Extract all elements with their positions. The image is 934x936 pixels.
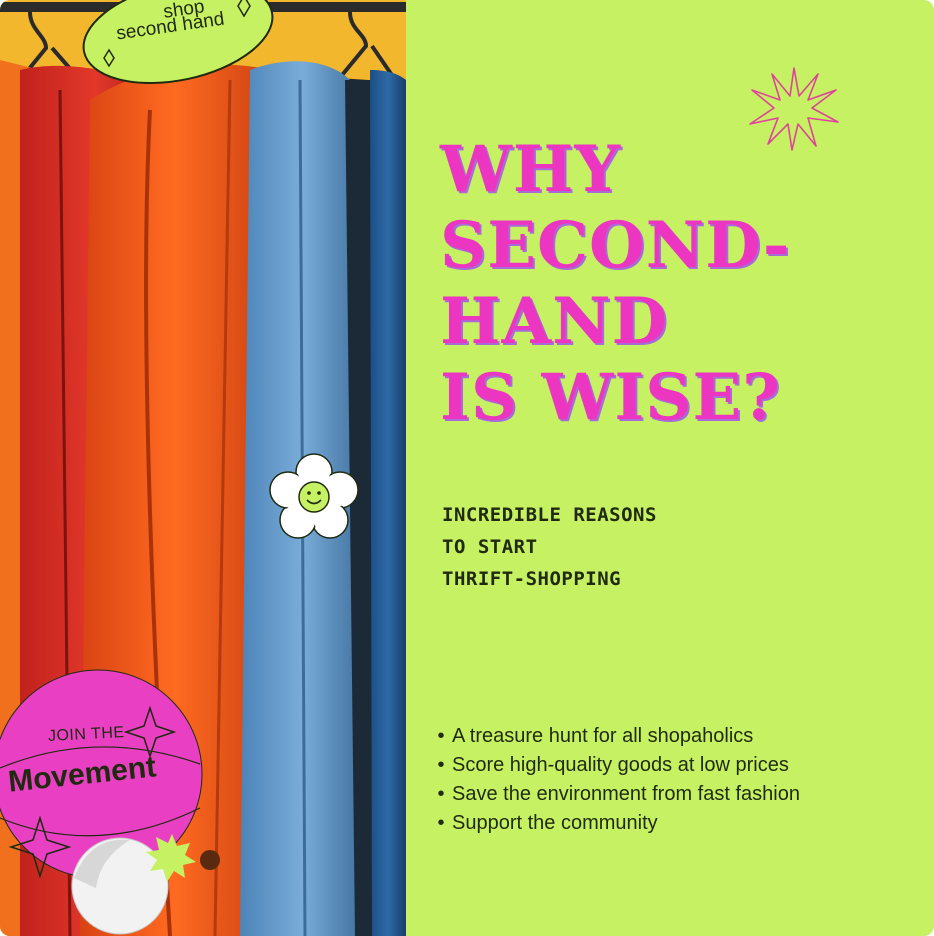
title-line-2: Second- (440, 208, 791, 283)
subtitle-line-2: to start (442, 536, 538, 558)
list-item: A treasure hunt for all shopaholics (430, 722, 800, 751)
post-card: shop second hand JOIN THE Movement WHY S… (0, 0, 934, 936)
join-movement-sticker: JOIN THE Movement (0, 668, 206, 936)
subtitle: Incredible reasons to start thrift-shopp… (442, 499, 742, 595)
title-line-4: is Wise? (440, 360, 781, 435)
reasons-list: A treasure hunt for all shopaholics Scor… (430, 722, 800, 838)
list-item: Support the community (430, 809, 800, 838)
list-item: Save the environment from fast fashion (430, 780, 800, 809)
shop-second-hand-sticker: shop second hand (78, 0, 282, 90)
list-item: Score high-quality goods at low prices (430, 751, 800, 780)
title-line-3: Hand (440, 284, 669, 359)
flower-smiley-icon (268, 452, 360, 546)
subtitle-line-1: Incredible reasons (442, 504, 657, 526)
page-title: Why Second- Hand is Wise? (440, 132, 910, 436)
subtitle-line-3: thrift-shopping (442, 568, 622, 590)
title-line-1: Why (440, 132, 622, 207)
